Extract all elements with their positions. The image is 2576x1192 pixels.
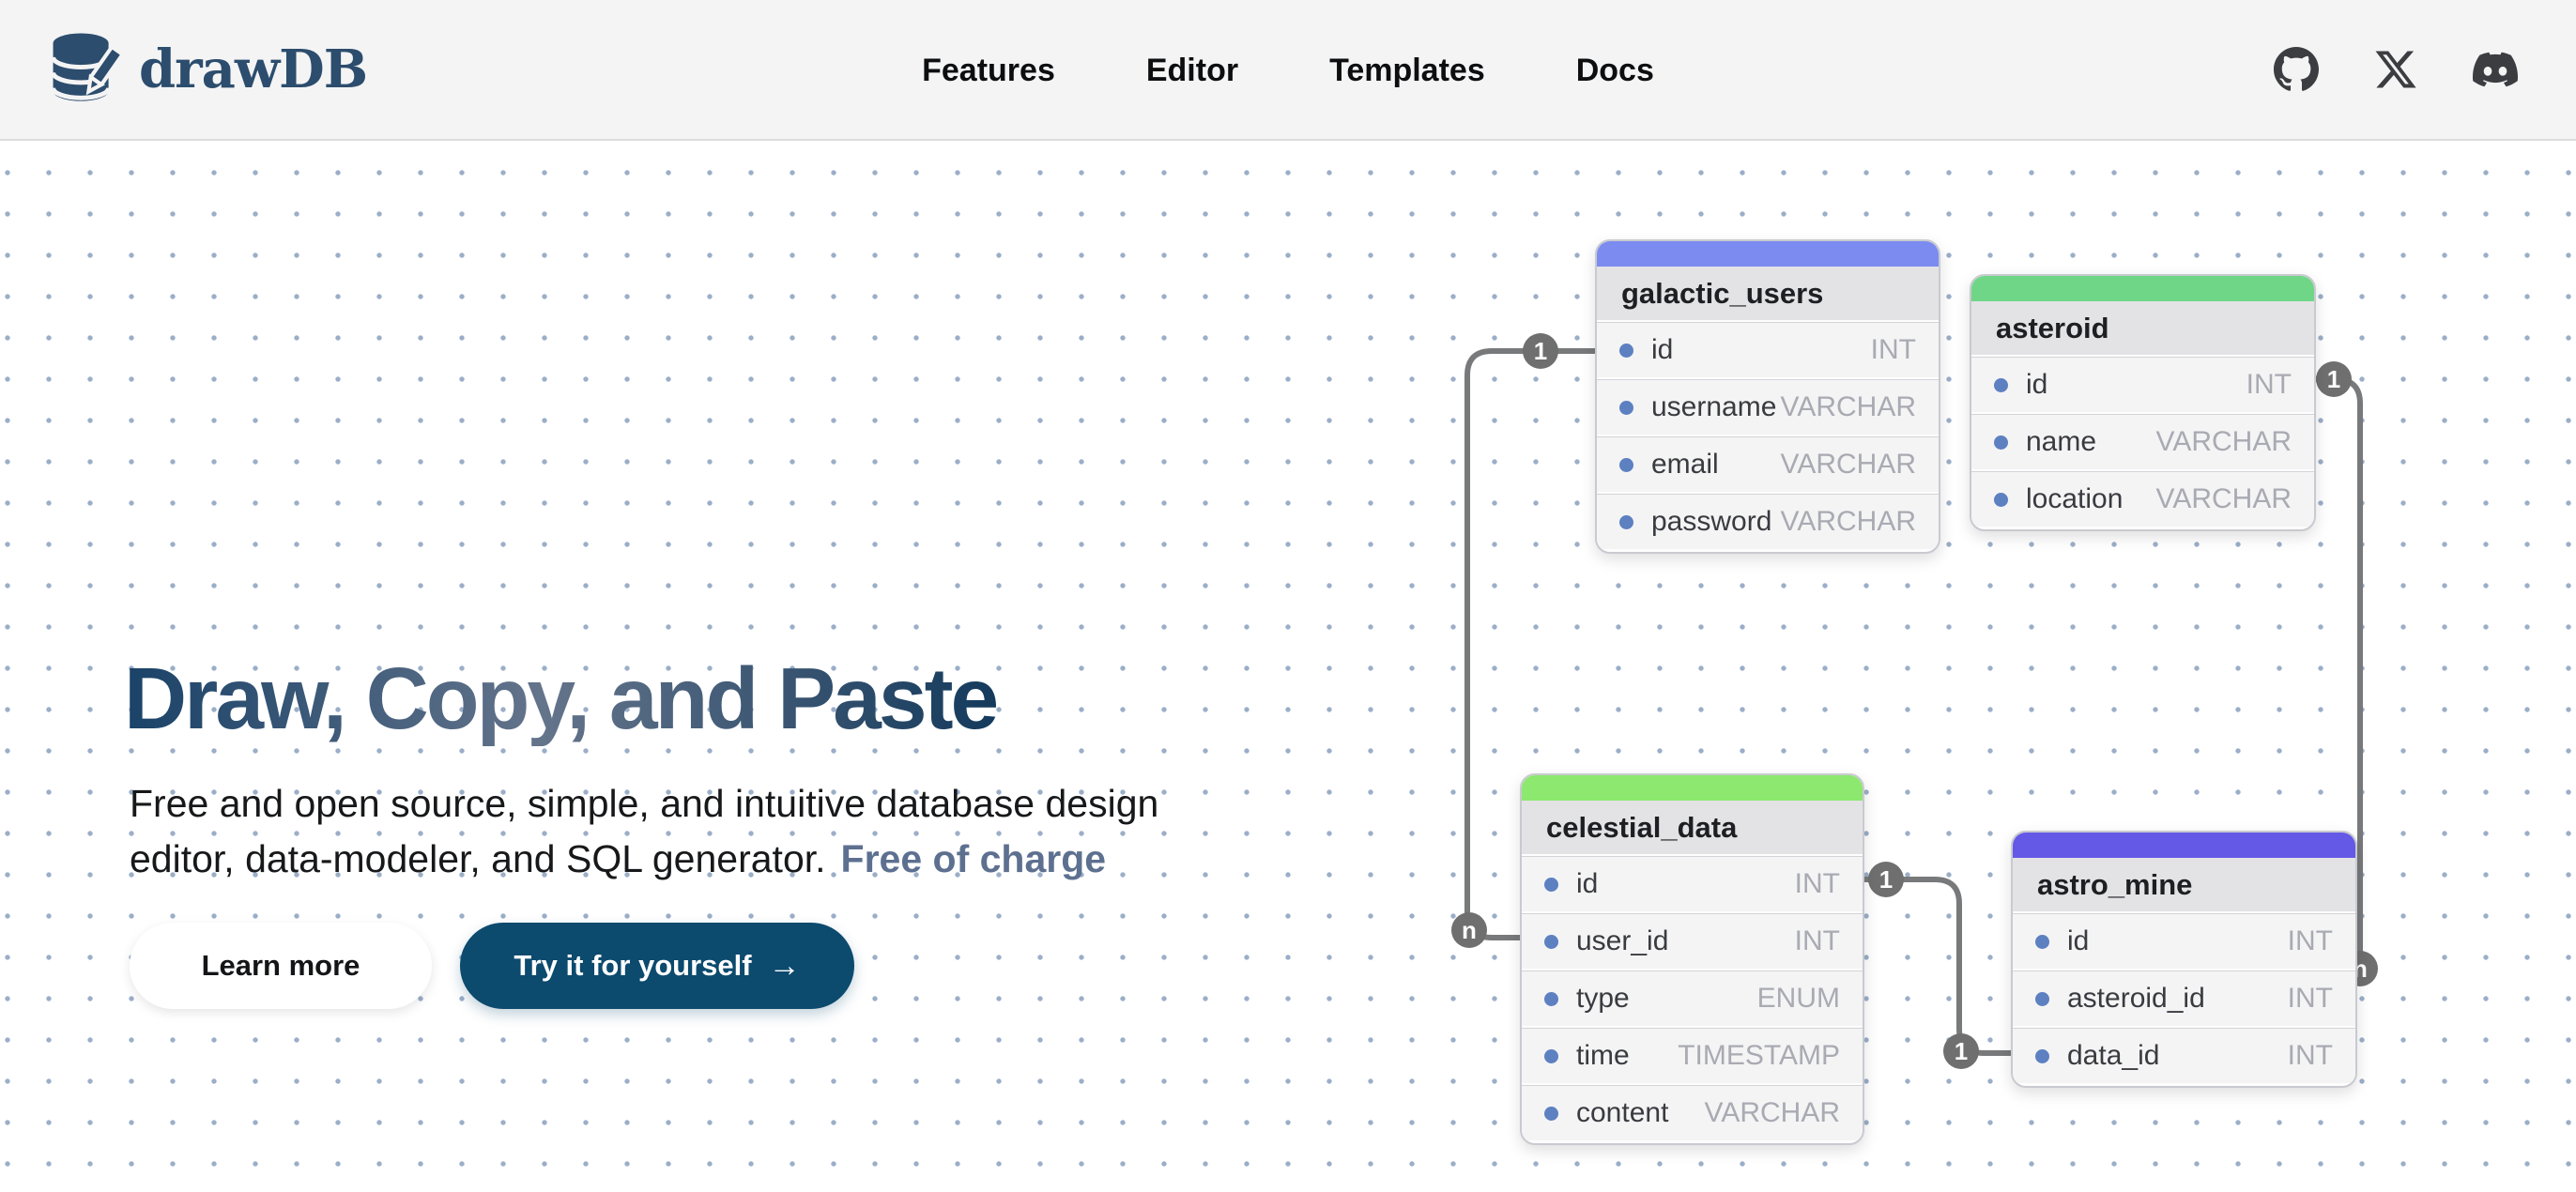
nav-link-templates[interactable]: Templates bbox=[1329, 53, 1485, 89]
cardinality-label: n bbox=[1462, 916, 1477, 944]
field-row-user_id[interactable]: user_id INT bbox=[1522, 913, 1863, 969]
table-accent-strip bbox=[2013, 833, 2355, 858]
nav-link-features[interactable]: Features bbox=[922, 53, 1055, 89]
field-type: INT bbox=[1795, 868, 1840, 900]
field-dot-icon bbox=[1544, 1049, 1558, 1063]
field-name: id bbox=[2067, 925, 2089, 957]
field-row-id[interactable]: id INT bbox=[2013, 913, 2355, 969]
field-type: INT bbox=[2288, 1040, 2333, 1072]
field-dot-icon bbox=[2035, 992, 2049, 1006]
field-row-type[interactable]: type ENUM bbox=[1522, 970, 1863, 1026]
field-dot-icon bbox=[2035, 935, 2049, 949]
field-type: VARCHAR bbox=[1781, 506, 1916, 538]
field-row-location[interactable]: location VARCHAR bbox=[1971, 471, 2314, 527]
field-dot-icon bbox=[1544, 992, 1558, 1006]
top-navbar: drawDB Features Editor Templates Docs bbox=[0, 0, 2576, 141]
field-dot-icon bbox=[1994, 436, 2008, 450]
field-name: id bbox=[1651, 334, 1673, 366]
drawdb-logo-icon bbox=[47, 31, 124, 108]
field-dot-icon bbox=[1544, 1107, 1558, 1121]
field-type: INT bbox=[1871, 334, 1916, 366]
field-name: name bbox=[2026, 426, 2096, 458]
github-icon[interactable] bbox=[2274, 47, 2319, 92]
field-type: INT bbox=[1795, 925, 1840, 957]
field-dot-icon bbox=[1994, 493, 2008, 507]
field-dot-icon bbox=[1994, 378, 2008, 392]
nav-links: Features Editor Templates Docs bbox=[922, 0, 1654, 141]
field-row-email[interactable]: email VARCHAR bbox=[1597, 436, 1939, 492]
table-card-astro_mine[interactable]: astro_mineid INT asteroid_id INT data_id INT bbox=[2011, 831, 2357, 1088]
field-type: VARCHAR bbox=[1781, 449, 1916, 481]
table-name: asteroid bbox=[1971, 301, 2314, 355]
field-name: username bbox=[1651, 391, 1776, 423]
field-dot-icon bbox=[1544, 878, 1558, 892]
table-card-asteroid[interactable]: asteroid id INT name VARCHAR location VARCHAR bbox=[1970, 274, 2316, 531]
table-accent-strip bbox=[1522, 775, 1863, 801]
cardinality-label: 1 bbox=[1879, 865, 1893, 894]
discord-icon[interactable] bbox=[2473, 47, 2518, 92]
field-type: VARCHAR bbox=[2156, 426, 2292, 458]
field-dot-icon bbox=[1619, 458, 1633, 472]
field-type: VARCHAR bbox=[1781, 391, 1916, 423]
drawdb-landing-page: Draw, Copy, and Paste Free and open sour… bbox=[0, 0, 2576, 1192]
cardinality-label: 1 bbox=[1955, 1037, 1968, 1065]
field-row-content[interactable]: content VARCHAR bbox=[1522, 1085, 1863, 1140]
field-row-data_id[interactable]: data_id INT bbox=[2013, 1028, 2355, 1083]
brand-name: drawDB bbox=[139, 38, 367, 100]
table-card-galactic_users[interactable]: galactic_usersidINTusernameVARCHARemailV… bbox=[1595, 239, 1940, 554]
field-name: type bbox=[1576, 983, 1630, 1015]
field-row-id[interactable]: id INT bbox=[1971, 357, 2314, 412]
field-row-id[interactable]: id INT bbox=[1597, 322, 1939, 377]
field-type: VARCHAR bbox=[1705, 1097, 1840, 1129]
cardinality-label: 1 bbox=[1534, 337, 1547, 365]
table-name: astro_mine bbox=[2013, 858, 2355, 911]
field-row-time[interactable]: time TIMESTAMP bbox=[1522, 1028, 1863, 1083]
field-name: id bbox=[2026, 369, 2047, 401]
relationship-line bbox=[1864, 879, 2011, 1053]
field-dot-icon bbox=[1544, 935, 1558, 949]
table-name: galactic_users bbox=[1597, 267, 1939, 320]
field-type: INT bbox=[2246, 369, 2292, 401]
social-icons bbox=[2274, 47, 2529, 92]
field-name: time bbox=[1576, 1040, 1630, 1072]
x-icon[interactable] bbox=[2373, 47, 2418, 92]
field-dot-icon bbox=[1619, 344, 1633, 358]
nav-link-docs[interactable]: Docs bbox=[1576, 53, 1654, 89]
field-row-username[interactable]: usernameVARCHAR bbox=[1597, 379, 1939, 435]
field-name: location bbox=[2026, 483, 2123, 515]
field-row-id[interactable]: id INT bbox=[1522, 856, 1863, 911]
field-name: asteroid_id bbox=[2067, 983, 2205, 1015]
nav-link-editor[interactable]: Editor bbox=[1146, 53, 1238, 89]
field-name: password bbox=[1651, 506, 1771, 538]
field-type: INT bbox=[2288, 983, 2333, 1015]
field-type: INT bbox=[2288, 925, 2333, 957]
field-name: email bbox=[1651, 449, 1719, 481]
field-name: content bbox=[1576, 1097, 1668, 1129]
field-dot-icon bbox=[1619, 515, 1633, 529]
table-accent-strip bbox=[1971, 276, 2314, 301]
field-type: ENUM bbox=[1757, 983, 1840, 1015]
field-row-asteroid_id[interactable]: asteroid_id INT bbox=[2013, 970, 2355, 1026]
field-type: VARCHAR bbox=[2156, 483, 2292, 515]
field-dot-icon bbox=[2035, 1049, 2049, 1063]
field-name: id bbox=[1576, 868, 1598, 900]
drawdb-logo[interactable]: drawDB bbox=[47, 31, 367, 108]
field-type: TIMESTAMP bbox=[1678, 1040, 1840, 1072]
table-card-celestial_data[interactable]: celestial_dataid INT user_id INT type ENUM tim… bbox=[1520, 773, 1864, 1145]
field-row-password[interactable]: password VARCHAR bbox=[1597, 494, 1939, 549]
field-row-name[interactable]: name VARCHAR bbox=[1971, 414, 2314, 469]
field-name: data_id bbox=[2067, 1040, 2159, 1072]
table-name: celestial_data bbox=[1522, 801, 1863, 854]
cardinality-label: 1 bbox=[2327, 365, 2340, 393]
table-accent-strip bbox=[1597, 241, 1939, 267]
field-dot-icon bbox=[1619, 401, 1633, 415]
field-name: user_id bbox=[1576, 925, 1668, 957]
